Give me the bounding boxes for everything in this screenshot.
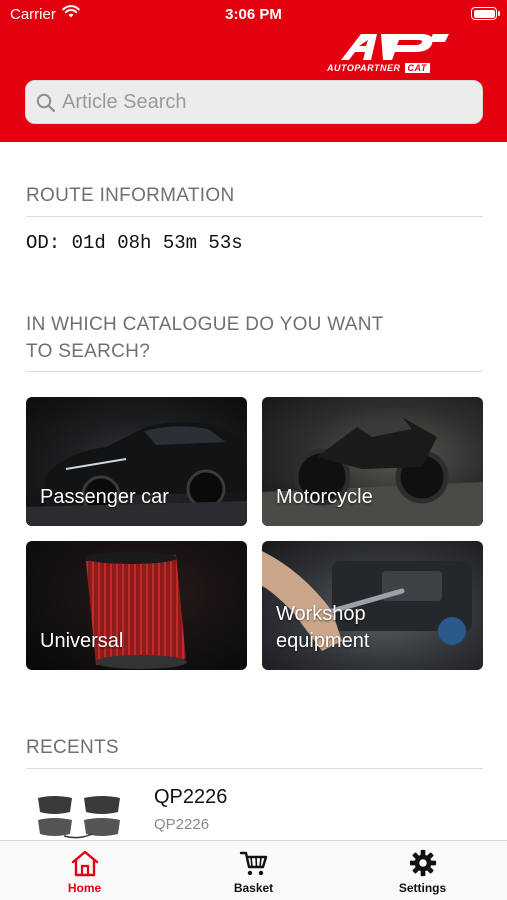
recent-item-title: QP2226: [154, 786, 228, 808]
catalogue-heading: IN WHICH CATALOGUE DO YOU WANT TO SEARCH…: [26, 311, 384, 365]
divider: [26, 371, 483, 372]
logo-name: AUTOPARTNER: [327, 63, 401, 73]
search-icon: [36, 93, 56, 118]
logo-mark-icon: [341, 34, 449, 60]
home-icon: [71, 850, 98, 877]
recents-heading: RECENTS: [26, 737, 119, 758]
tab-label: Home: [67, 881, 102, 895]
catalogue-heading-line2: TO SEARCH?: [26, 341, 151, 362]
logo-badge: CAT: [404, 63, 430, 73]
tile-motorcycle[interactable]: Motorcycle: [262, 397, 483, 526]
gear-icon: [409, 849, 436, 877]
tile-label: Workshop equipment: [276, 601, 369, 655]
app-header: Carrier 3:06 PM AUTOPARTNER CAT Article …: [0, 0, 507, 142]
tile-label-line1: Workshop: [276, 603, 366, 625]
tab-bar: Home Basket Settings: [0, 840, 507, 900]
tile-label: Universal: [40, 630, 124, 652]
status-bar: Carrier 3:06 PM: [0, 0, 507, 28]
tab-home[interactable]: Home: [0, 841, 169, 900]
route-information-heading: ROUTE INFORMATION: [26, 185, 235, 206]
catalogue-heading-line1: IN WHICH CATALOGUE DO YOU WANT: [26, 314, 384, 335]
divider: [26, 216, 483, 217]
tile-label: Motorcycle: [276, 486, 373, 508]
tile-passenger-car[interactable]: Passenger car: [26, 397, 247, 526]
battery-icon: [471, 7, 500, 20]
brand-logo: AUTOPARTNER CAT: [327, 30, 457, 74]
logo-text: AUTOPARTNER CAT: [327, 63, 430, 73]
cart-icon: [239, 851, 267, 876]
tab-basket[interactable]: Basket: [169, 841, 338, 900]
clock: 3:06 PM: [225, 6, 282, 23]
recent-item-subtitle: QP2226: [154, 816, 210, 833]
article-search-bar[interactable]: Article Search: [25, 80, 483, 124]
tab-label: Basket: [233, 881, 274, 895]
tab-settings[interactable]: Settings: [338, 841, 507, 900]
tile-label: Passenger car: [40, 486, 169, 508]
tab-label: Settings: [398, 881, 447, 895]
recent-item[interactable]: QP2226 QP2226: [26, 778, 483, 840]
tile-label-line2: equipment: [276, 630, 370, 652]
search-input[interactable]: Article Search: [62, 91, 187, 114]
divider: [26, 768, 483, 769]
route-value: OD: 01d 08h 53m 53s: [26, 232, 243, 254]
tile-workshop-equipment[interactable]: Workshop equipment: [262, 541, 483, 670]
tile-universal[interactable]: Universal: [26, 541, 247, 670]
brake-pads-thumbnail: [34, 792, 124, 845]
